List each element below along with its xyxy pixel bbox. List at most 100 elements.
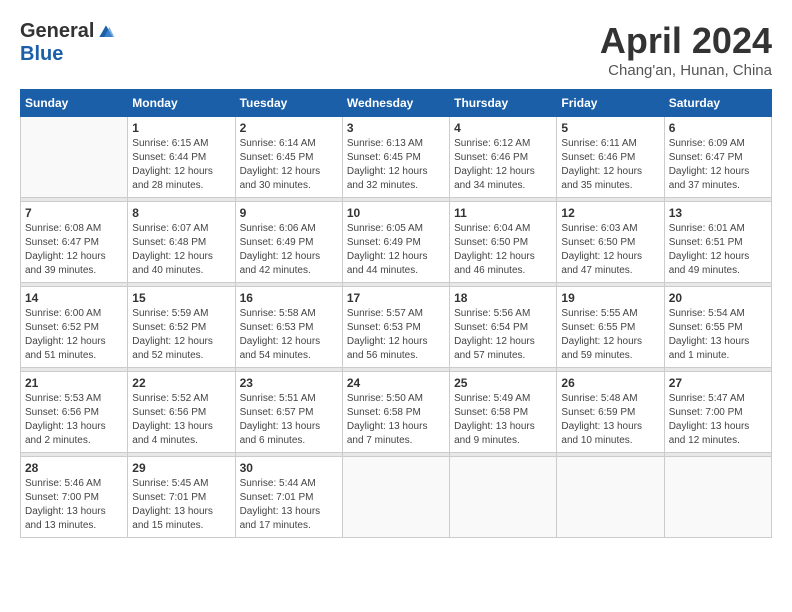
day-number: 7 <box>25 206 123 220</box>
day-cell: 20 Sunrise: 5:54 AM Sunset: 6:55 PM Dayli… <box>664 287 771 368</box>
day-cell: 15 Sunrise: 5:59 AM Sunset: 6:52 PM Dayli… <box>128 287 235 368</box>
day-info: Sunrise: 6:13 AM Sunset: 6:45 PM Dayligh… <box>347 137 445 193</box>
day-info: Sunrise: 6:08 AM Sunset: 6:47 PM Dayligh… <box>25 222 123 278</box>
day-info: Sunrise: 6:15 AM Sunset: 6:44 PM Dayligh… <box>132 137 230 193</box>
day-number: 16 <box>240 291 338 305</box>
day-number: 20 <box>669 291 767 305</box>
day-info: Sunrise: 6:01 AM Sunset: 6:51 PM Dayligh… <box>669 222 767 278</box>
day-number: 5 <box>561 121 659 135</box>
logo-general: General <box>20 20 94 43</box>
weekday-header-thursday: Thursday <box>450 90 557 117</box>
week-row-1: 1 Sunrise: 6:15 AM Sunset: 6:44 PM Daylig… <box>21 117 772 198</box>
day-cell: 24 Sunrise: 5:50 AM Sunset: 6:58 PM Dayli… <box>342 372 449 453</box>
day-info: Sunrise: 5:59 AM Sunset: 6:52 PM Dayligh… <box>132 307 230 363</box>
day-cell: 5Sunrise: 6:11 AM Sunset: 6:46 PM Daylig… <box>557 117 664 198</box>
day-number: 29 <box>132 461 230 475</box>
day-cell: 1 Sunrise: 6:15 AM Sunset: 6:44 PM Daylig… <box>128 117 235 198</box>
day-number: 2 <box>240 121 338 135</box>
weekday-header-monday: Monday <box>128 90 235 117</box>
day-number: 28 <box>25 461 123 475</box>
day-number: 17 <box>347 291 445 305</box>
calendar: SundayMondayTuesdayWednesdayThursdayFrid… <box>20 89 772 538</box>
day-cell: 26 Sunrise: 5:48 AM Sunset: 6:59 PM Dayli… <box>557 372 664 453</box>
day-info: Sunrise: 6:05 AM Sunset: 6:49 PM Dayligh… <box>347 222 445 278</box>
day-info: Sunrise: 5:50 AM Sunset: 6:58 PM Dayligh… <box>347 392 445 448</box>
day-number: 6 <box>669 121 767 135</box>
weekday-header-friday: Friday <box>557 90 664 117</box>
day-number: 15 <box>132 291 230 305</box>
day-info: Sunrise: 6:12 AM Sunset: 6:46 PM Dayligh… <box>454 137 552 193</box>
day-info: Sunrise: 6:00 AM Sunset: 6:52 PM Dayligh… <box>25 307 123 363</box>
title-block: April 2024 Chang'an, Hunan, China <box>600 20 772 79</box>
day-cell: 4 Sunrise: 6:12 AM Sunset: 6:46 PM Daylig… <box>450 117 557 198</box>
day-cell: 23 Sunrise: 5:51 AM Sunset: 6:57 PM Dayli… <box>235 372 342 453</box>
day-cell: 18 Sunrise: 5:56 AM Sunset: 6:54 PM Dayli… <box>450 287 557 368</box>
weekday-header-tuesday: Tuesday <box>235 90 342 117</box>
day-cell: 13 Sunrise: 6:01 AM Sunset: 6:51 PM Dayli… <box>664 202 771 283</box>
day-info: Sunrise: 5:54 AM Sunset: 6:55 PM Dayligh… <box>669 307 767 363</box>
day-info: Sunrise: 5:52 AM Sunset: 6:56 PM Dayligh… <box>132 392 230 448</box>
day-cell: 29 Sunrise: 5:45 AM Sunset: 7:01 PM Dayli… <box>128 457 235 538</box>
day-cell: 19 Sunrise: 5:55 AM Sunset: 6:55 PM Dayli… <box>557 287 664 368</box>
day-info: Sunrise: 6:03 AM Sunset: 6:50 PM Dayligh… <box>561 222 659 278</box>
day-cell <box>664 457 771 538</box>
day-info: Sunrise: 5:44 AM Sunset: 7:01 PM Dayligh… <box>240 477 338 533</box>
day-info: Sunrise: 5:57 AM Sunset: 6:53 PM Dayligh… <box>347 307 445 363</box>
day-info: Sunrise: 6:06 AM Sunset: 6:49 PM Dayligh… <box>240 222 338 278</box>
day-number: 18 <box>454 291 552 305</box>
day-number: 19 <box>561 291 659 305</box>
weekday-header-row: SundayMondayTuesdayWednesdayThursdayFrid… <box>21 90 772 117</box>
day-number: 24 <box>347 376 445 390</box>
day-cell: 22Sunrise: 5:52 AM Sunset: 6:56 PM Dayli… <box>128 372 235 453</box>
day-info: Sunrise: 5:46 AM Sunset: 7:00 PM Dayligh… <box>25 477 123 533</box>
day-info: Sunrise: 6:07 AM Sunset: 6:48 PM Dayligh… <box>132 222 230 278</box>
day-cell: 9Sunrise: 6:06 AM Sunset: 6:49 PM Daylig… <box>235 202 342 283</box>
day-number: 3 <box>347 121 445 135</box>
day-cell <box>21 117 128 198</box>
day-info: Sunrise: 6:14 AM Sunset: 6:45 PM Dayligh… <box>240 137 338 193</box>
day-cell: 25 Sunrise: 5:49 AM Sunset: 6:58 PM Dayli… <box>450 372 557 453</box>
day-number: 13 <box>669 206 767 220</box>
day-cell: 27 Sunrise: 5:47 AM Sunset: 7:00 PM Dayli… <box>664 372 771 453</box>
day-cell: 17 Sunrise: 5:57 AM Sunset: 6:53 PM Dayli… <box>342 287 449 368</box>
day-number: 11 <box>454 206 552 220</box>
weekday-header-wednesday: Wednesday <box>342 90 449 117</box>
week-row-4: 21 Sunrise: 5:53 AM Sunset: 6:56 PM Dayli… <box>21 372 772 453</box>
day-number: 27 <box>669 376 767 390</box>
day-info: Sunrise: 5:51 AM Sunset: 6:57 PM Dayligh… <box>240 392 338 448</box>
logo: General Blue <box>20 20 116 66</box>
day-number: 25 <box>454 376 552 390</box>
day-info: Sunrise: 5:47 AM Sunset: 7:00 PM Dayligh… <box>669 392 767 448</box>
day-cell: 7 Sunrise: 6:08 AM Sunset: 6:47 PM Daylig… <box>21 202 128 283</box>
day-number: 1 <box>132 121 230 135</box>
day-cell <box>557 457 664 538</box>
day-info: Sunrise: 5:53 AM Sunset: 6:56 PM Dayligh… <box>25 392 123 448</box>
day-number: 26 <box>561 376 659 390</box>
day-info: Sunrise: 6:09 AM Sunset: 6:47 PM Dayligh… <box>669 137 767 193</box>
day-info: Sunrise: 5:45 AM Sunset: 7:01 PM Dayligh… <box>132 477 230 533</box>
day-number: 21 <box>25 376 123 390</box>
day-info: Sunrise: 5:55 AM Sunset: 6:55 PM Dayligh… <box>561 307 659 363</box>
day-cell: 10 Sunrise: 6:05 AM Sunset: 6:49 PM Dayli… <box>342 202 449 283</box>
day-number: 8 <box>132 206 230 220</box>
day-number: 12 <box>561 206 659 220</box>
day-info: Sunrise: 5:58 AM Sunset: 6:53 PM Dayligh… <box>240 307 338 363</box>
day-cell <box>342 457 449 538</box>
day-number: 14 <box>25 291 123 305</box>
page-header: General Blue April 2024 Chang'an, Hunan,… <box>20 20 772 79</box>
day-info: Sunrise: 5:49 AM Sunset: 6:58 PM Dayligh… <box>454 392 552 448</box>
day-info: Sunrise: 5:56 AM Sunset: 6:54 PM Dayligh… <box>454 307 552 363</box>
day-cell: 3 Sunrise: 6:13 AM Sunset: 6:45 PM Daylig… <box>342 117 449 198</box>
day-number: 23 <box>240 376 338 390</box>
month-title: April 2024 <box>600 20 772 62</box>
day-cell: 6 Sunrise: 6:09 AM Sunset: 6:47 PM Daylig… <box>664 117 771 198</box>
day-number: 10 <box>347 206 445 220</box>
day-cell: 12 Sunrise: 6:03 AM Sunset: 6:50 PM Dayli… <box>557 202 664 283</box>
day-cell: 2 Sunrise: 6:14 AM Sunset: 6:45 PM Daylig… <box>235 117 342 198</box>
logo-blue: Blue <box>20 43 63 66</box>
day-cell: 14 Sunrise: 6:00 AM Sunset: 6:52 PM Dayli… <box>21 287 128 368</box>
day-info: Sunrise: 5:48 AM Sunset: 6:59 PM Dayligh… <box>561 392 659 448</box>
day-info: Sunrise: 6:04 AM Sunset: 6:50 PM Dayligh… <box>454 222 552 278</box>
day-number: 30 <box>240 461 338 475</box>
day-number: 4 <box>454 121 552 135</box>
